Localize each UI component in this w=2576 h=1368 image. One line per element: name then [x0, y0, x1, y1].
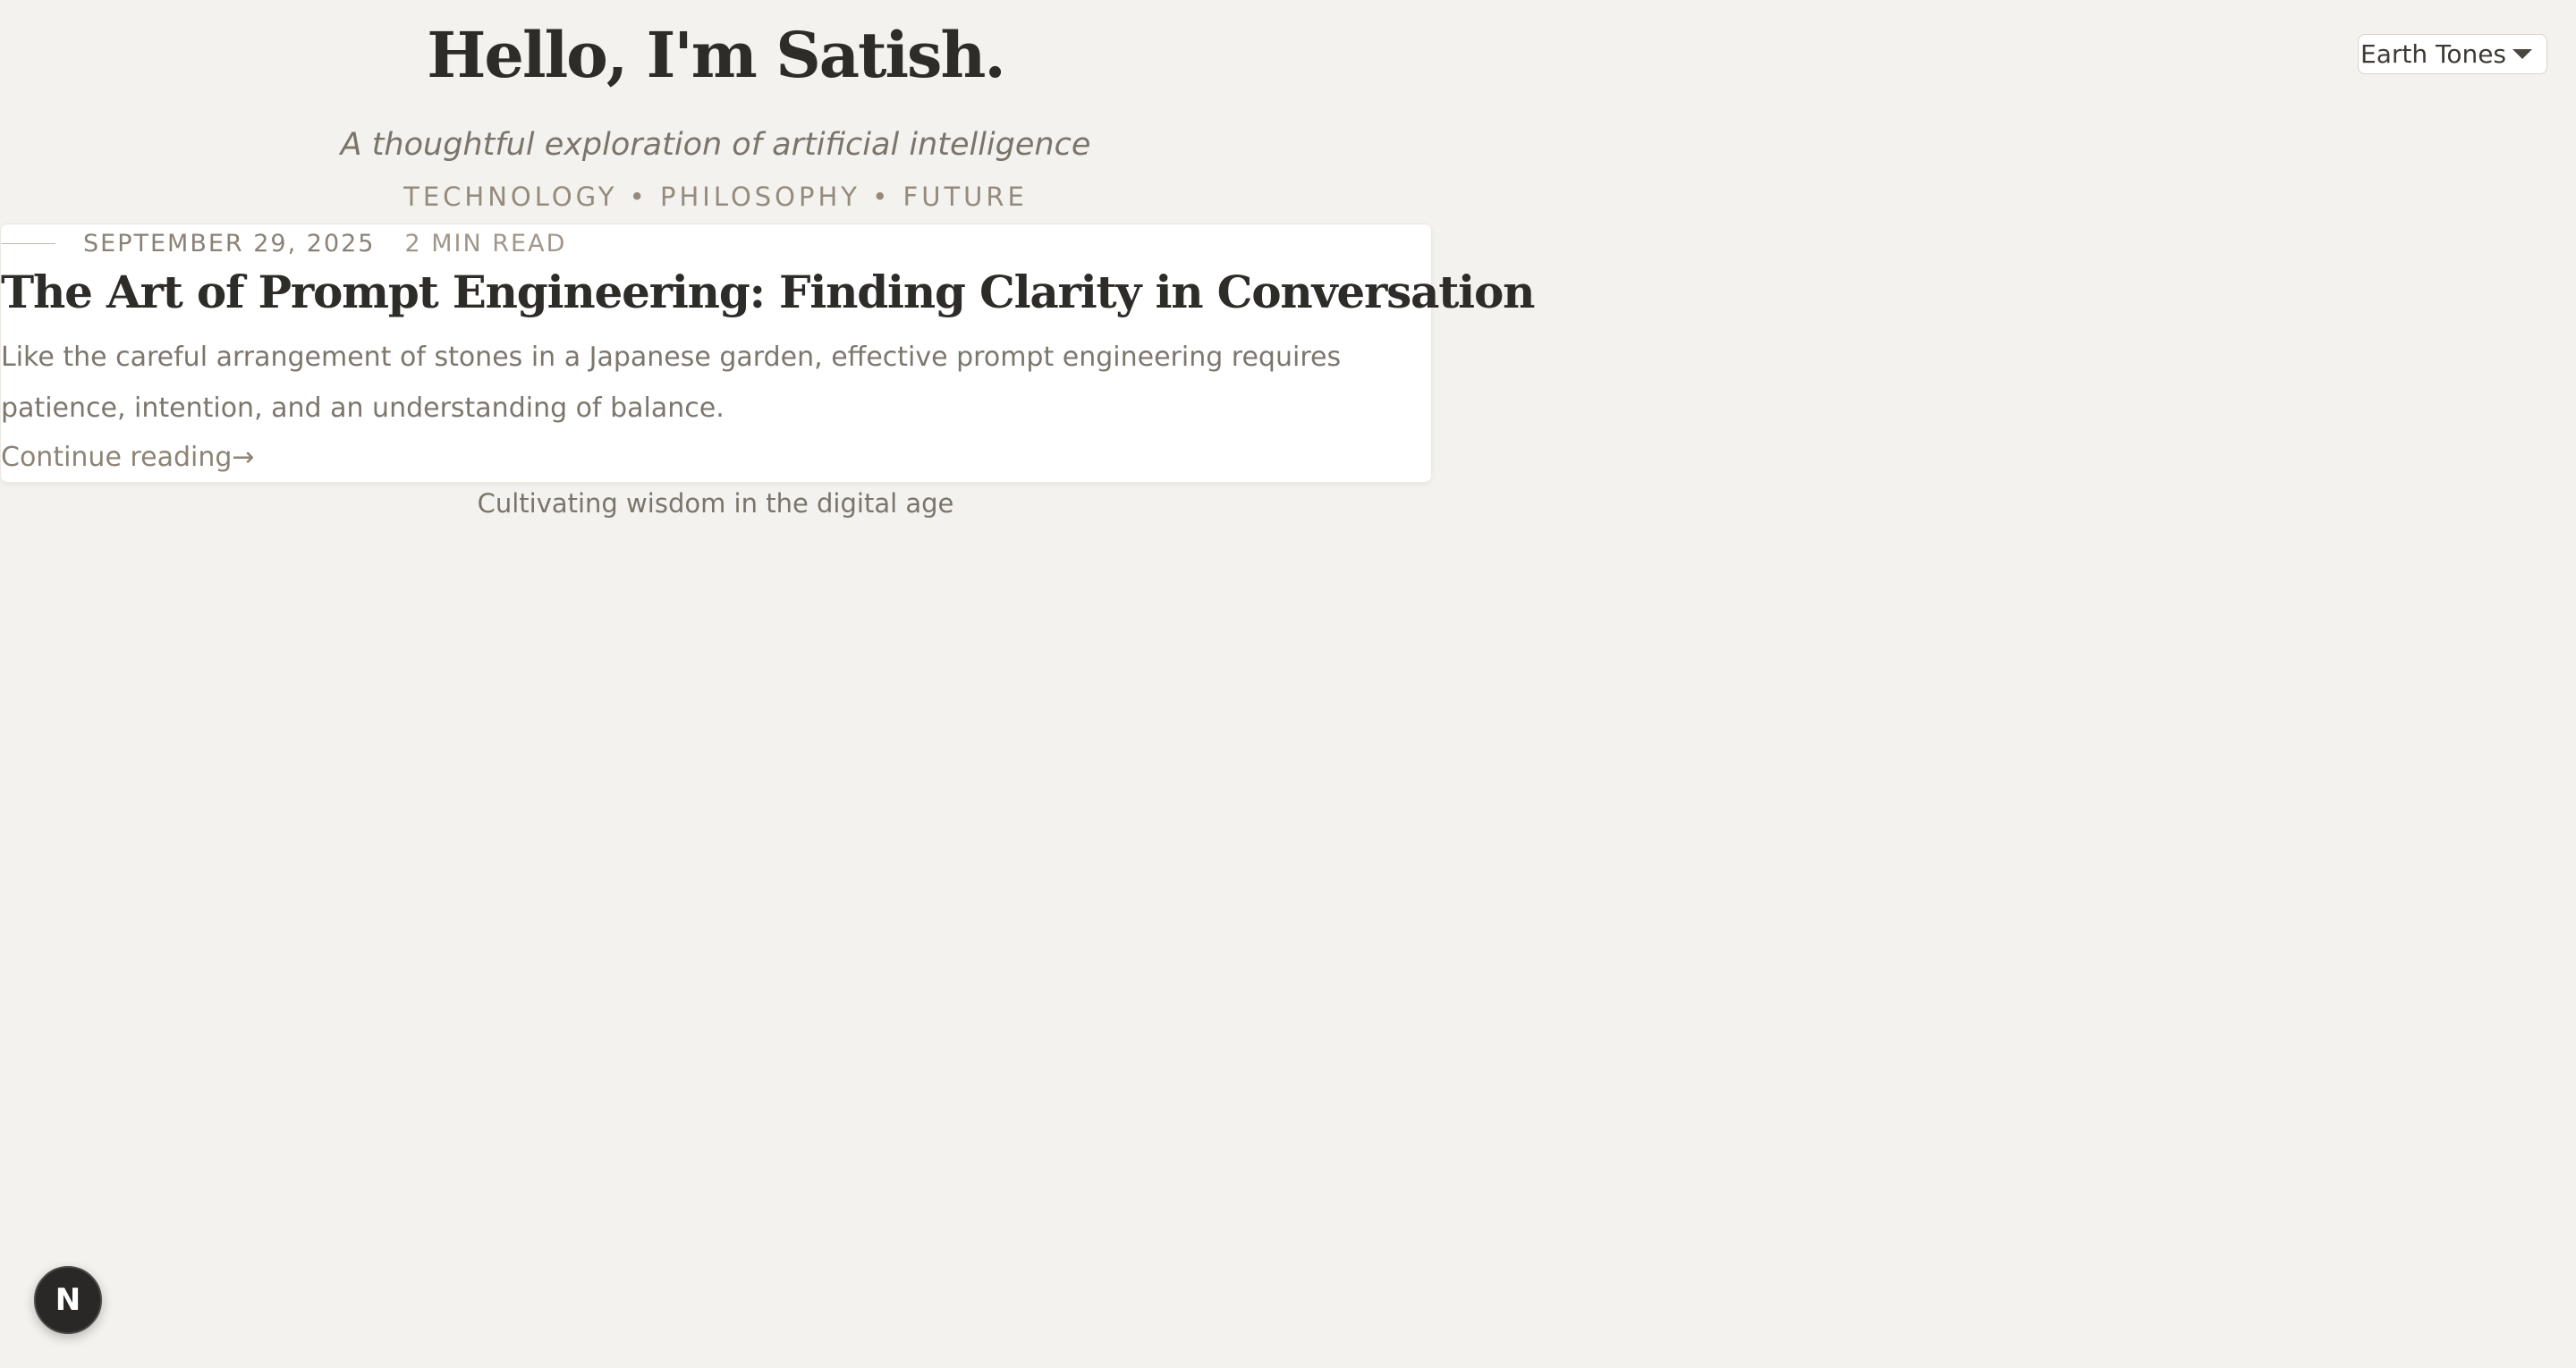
site-tagline: A thoughtful exploration of artificial i…	[340, 127, 1091, 163]
nextjs-logo-icon: N	[55, 1282, 81, 1318]
meta-divider	[1, 242, 55, 244]
post-title[interactable]: The Art of Prompt Engineering: Finding C…	[1, 266, 1535, 318]
site-footer: Cultivating wisdom in the digital age	[477, 488, 954, 519]
post-card[interactable]: SEPTEMBER 29, 2025 2 MIN READ The Art of…	[0, 224, 1535, 483]
theme-select-value: Earth Tones	[2360, 39, 2507, 69]
post-meta: SEPTEMBER 29, 2025 2 MIN READ	[1, 229, 567, 258]
nextjs-dev-badge-button[interactable]: N	[34, 1266, 102, 1334]
post-excerpt: Like the careful arrangement of stones i…	[1, 342, 1342, 424]
post-date: SEPTEMBER 29, 2025	[83, 229, 376, 258]
theme-select[interactable]: Earth Tones	[2358, 34, 2547, 74]
site-topics: TECHNOLOGY • PHILOSOPHY • FUTURE	[403, 182, 1028, 212]
chevron-down-icon	[2512, 49, 2532, 59]
post-read-time: 2 MIN READ	[404, 229, 567, 258]
continue-reading-link[interactable]: Continue reading→	[1, 442, 255, 473]
site-title: Hello, I'm Satish.	[427, 18, 1005, 92]
